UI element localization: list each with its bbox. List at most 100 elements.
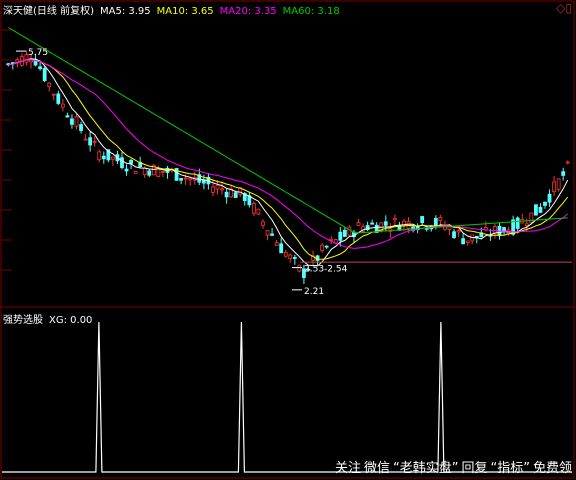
candle-body bbox=[224, 191, 229, 198]
candle-body bbox=[70, 118, 74, 125]
chart-frame bbox=[0, 0, 575, 479]
candle-body bbox=[338, 231, 343, 241]
candle-body bbox=[347, 226, 352, 236]
candle-body bbox=[420, 216, 425, 224]
ma10-label: MA10: 3.65 bbox=[156, 6, 214, 17]
wm-keyword: “指标” bbox=[490, 461, 530, 476]
candle-body bbox=[133, 171, 138, 174]
annotation-label: 2.21 bbox=[304, 287, 324, 297]
candle-body bbox=[74, 116, 79, 127]
wm-reply: 回复 bbox=[461, 461, 488, 476]
candle-body bbox=[493, 226, 497, 234]
candle-body bbox=[561, 171, 566, 176]
moving-averages bbox=[8, 27, 572, 267]
candle-body bbox=[220, 188, 224, 191]
candle-body bbox=[101, 155, 106, 160]
candle-body bbox=[261, 221, 265, 226]
signal-line bbox=[2, 321, 572, 473]
indicator-header: 强势选股 XG: 0.00 bbox=[3, 311, 98, 326]
candle-body bbox=[251, 203, 256, 214]
candle-body bbox=[552, 181, 556, 192]
ma60-line bbox=[8, 27, 568, 234]
candle-body bbox=[456, 230, 461, 233]
candle-body bbox=[433, 217, 438, 227]
candle-body bbox=[447, 226, 452, 230]
candle-body bbox=[438, 216, 443, 221]
candle-body bbox=[556, 178, 561, 190]
ma5-label: MA5: 3.95 bbox=[99, 6, 151, 17]
candle-body bbox=[183, 177, 188, 180]
wm-tail: 免费领 bbox=[532, 461, 572, 476]
candle-body bbox=[92, 140, 97, 143]
candle-body bbox=[60, 103, 65, 108]
candle-body bbox=[465, 240, 470, 244]
candle-body bbox=[211, 186, 215, 193]
candle-body bbox=[356, 222, 361, 226]
indicator-name: 强势选股 bbox=[3, 315, 43, 326]
candle-body bbox=[274, 242, 279, 246]
stock-chart: 5.75 2.53-2.54 2.21 bbox=[0, 0, 575, 479]
candle-body bbox=[538, 206, 543, 213]
candle-body bbox=[292, 257, 297, 259]
candle-body bbox=[97, 151, 102, 161]
indicator-value: XG: 0.00 bbox=[49, 315, 93, 326]
candle-body bbox=[533, 204, 538, 216]
annotation-label: 2.53-2.54 bbox=[304, 265, 348, 275]
candle-body bbox=[188, 177, 193, 181]
candle-body bbox=[279, 243, 284, 254]
candle-body bbox=[288, 254, 293, 259]
candle-body bbox=[42, 68, 47, 81]
ma5-line bbox=[8, 58, 569, 267]
wm-account: 微信 bbox=[363, 461, 390, 476]
ma60-label: MA60: 3.18 bbox=[282, 6, 340, 17]
candle-body bbox=[297, 264, 302, 272]
candle-body bbox=[392, 217, 397, 221]
candle-body bbox=[524, 223, 529, 227]
candle-body bbox=[547, 193, 552, 203]
candle-body bbox=[215, 184, 220, 190]
candle-body bbox=[142, 167, 147, 176]
candle-body bbox=[156, 168, 161, 177]
candle-body bbox=[461, 238, 466, 245]
candle-body bbox=[529, 212, 534, 223]
candle-body bbox=[283, 251, 288, 257]
candle-body bbox=[161, 170, 165, 173]
candle-body bbox=[370, 222, 375, 225]
candle-body bbox=[51, 93, 56, 96]
candle-body bbox=[342, 229, 347, 237]
wm-name: “老韩实盘” bbox=[393, 461, 459, 476]
candle-body bbox=[147, 170, 152, 176]
candle-body bbox=[256, 208, 261, 215]
candle-body bbox=[120, 157, 124, 169]
ma20-line bbox=[8, 59, 569, 249]
watermark: 关注 微信 “老韩实盘” 回复 “指标” 免费领 bbox=[332, 457, 572, 476]
stock-title: 深天健(日线 前复权) bbox=[3, 6, 94, 17]
candle-body bbox=[56, 93, 61, 104]
candle-body bbox=[543, 201, 547, 206]
outer-border bbox=[0, 0, 575, 479]
corner-icon[interactable]: ◇▯ bbox=[556, 1, 572, 15]
xg-line bbox=[2, 321, 572, 473]
candle-body bbox=[38, 66, 43, 70]
candle-body bbox=[452, 231, 456, 238]
candle-body bbox=[65, 115, 70, 118]
candle-body bbox=[565, 161, 570, 164]
candle-body bbox=[129, 159, 133, 164]
candle-body bbox=[383, 221, 388, 226]
main-header: 深天健(日线 前复权) MA5: 3.95 MA10: 3.65 MA20: 3.35… bbox=[3, 2, 346, 17]
annotation-label: 5.75 bbox=[28, 48, 48, 58]
candle-body bbox=[270, 233, 274, 236]
candle-body bbox=[179, 178, 184, 181]
wm-follow: 关注 bbox=[334, 461, 361, 476]
candle-body bbox=[88, 137, 93, 146]
candle-body bbox=[320, 244, 325, 251]
ma20-label: MA20: 3.35 bbox=[219, 6, 277, 17]
candle-body bbox=[83, 138, 88, 141]
candle-body bbox=[79, 124, 83, 131]
candle-body bbox=[233, 192, 238, 198]
candle-body bbox=[324, 245, 329, 248]
candle-body bbox=[265, 230, 270, 236]
candle-body bbox=[47, 82, 52, 87]
candle-body bbox=[110, 156, 115, 160]
candle-body bbox=[515, 217, 520, 229]
